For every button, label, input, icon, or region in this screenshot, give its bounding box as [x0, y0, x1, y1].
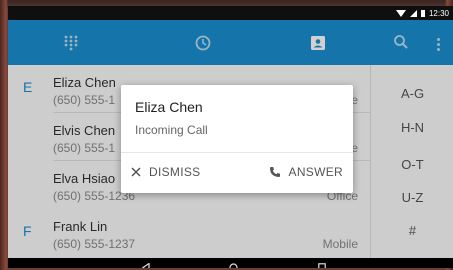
phone-icon: [269, 167, 280, 177]
answer-button[interactable]: ANSWER: [269, 157, 343, 187]
status-time: 12:30: [428, 8, 449, 18]
dialog-divider: [121, 152, 353, 153]
caller-name: Eliza Chen: [135, 99, 203, 115]
recents-button[interactable]: [315, 261, 329, 268]
status-bar: 12:30: [8, 6, 453, 20]
close-icon: [131, 167, 141, 177]
signal-icon: [409, 9, 417, 17]
home-button[interactable]: [226, 261, 240, 268]
incoming-call-dialog: Eliza Chen Incoming Call DISMISS ANSWER: [121, 85, 353, 193]
home-icon: [228, 262, 238, 268]
dismiss-label: DISMISS: [149, 165, 201, 179]
recents-icon: [318, 263, 326, 268]
answer-label: ANSWER: [288, 165, 343, 179]
battery-icon: [420, 9, 425, 17]
dismiss-button[interactable]: DISMISS: [131, 157, 200, 187]
back-icon: [142, 262, 150, 268]
call-status: Incoming Call: [135, 123, 208, 137]
wifi-icon: [395, 9, 406, 17]
back-button[interactable]: [139, 261, 153, 268]
navigation-bar: [8, 258, 453, 268]
phone-screen: 12:30 E Eliza Chen (650) 555-1 Elvis Che…: [8, 6, 453, 268]
